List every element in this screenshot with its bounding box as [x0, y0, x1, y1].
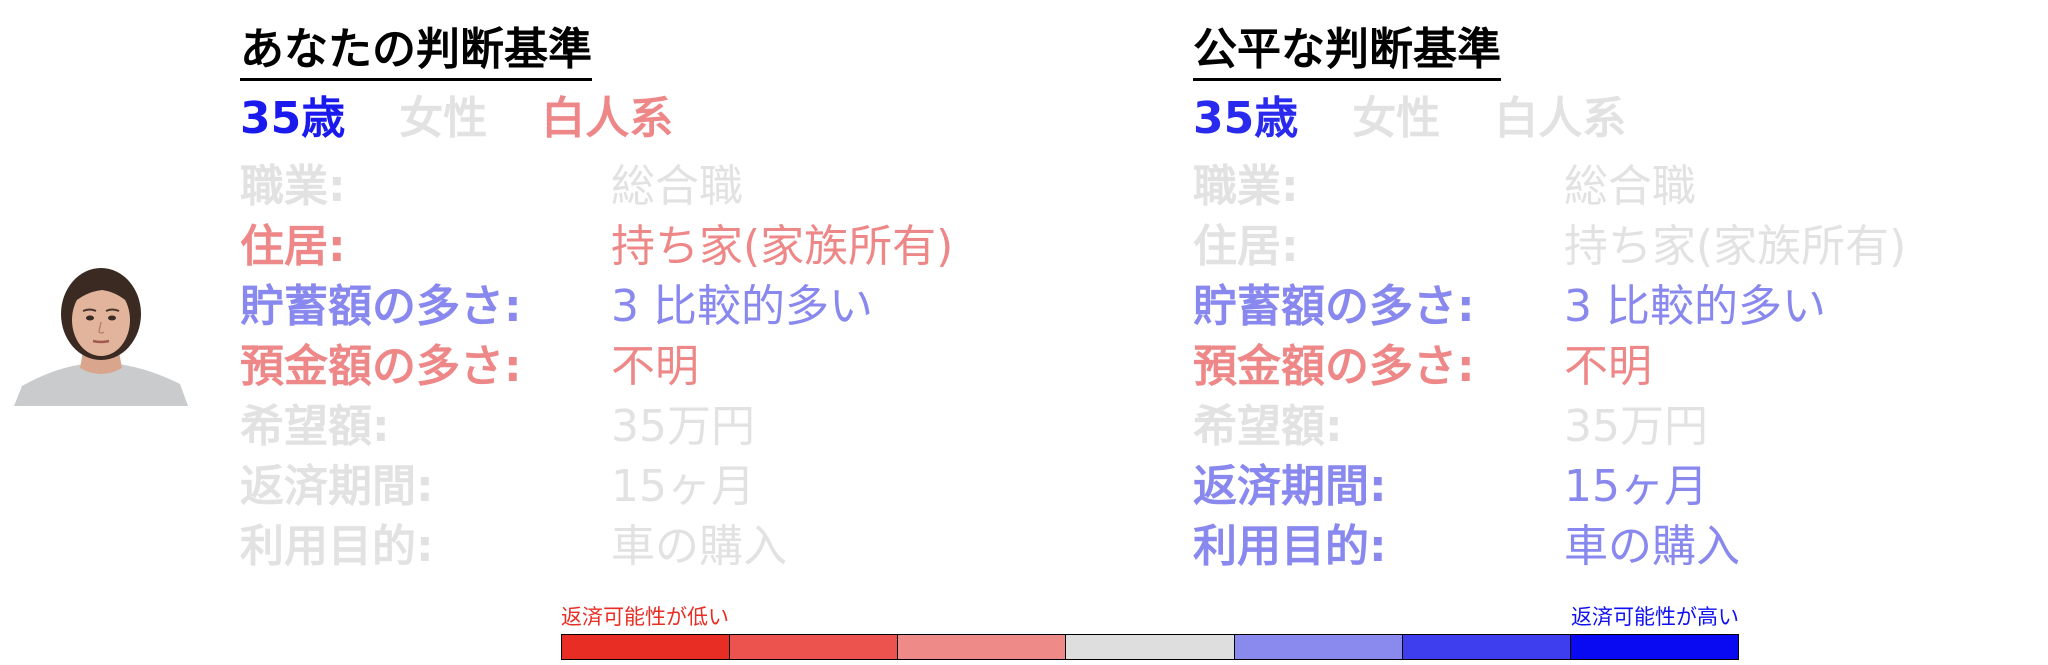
attribute-row-requested-amount: 希望額: 35万円 — [240, 397, 1060, 457]
attribute-value: 持ち家(家族所有) — [611, 221, 954, 272]
attribute-value: 総合職 — [1564, 161, 1696, 212]
attribute-value: 3 比較的多い — [1564, 281, 1826, 332]
legend-high-label: 返済可能性が高い — [1571, 605, 1739, 629]
gender-label: 女性 — [399, 93, 488, 144]
attribute-label: 職業: — [240, 161, 346, 212]
attribute-value: 3 比較的多い — [611, 281, 873, 332]
attribute-row-occupation: 職業: 総合職 — [240, 157, 1060, 217]
legend-swatch — [1570, 635, 1738, 659]
age-label: 35歳 — [1193, 93, 1299, 144]
attribute-value: 不明 — [1564, 341, 1652, 392]
attribute-value: 35万円 — [1564, 401, 1708, 452]
attribute-row-housing: 住居: 持ち家(家族所有) — [240, 217, 1060, 277]
applicant-photo — [14, 268, 188, 406]
attribute-value: 車の購入 — [1564, 521, 1740, 572]
attribute-label: 住居: — [1193, 221, 1299, 272]
attribute-label: 住居: — [240, 221, 346, 272]
attribute-row-deposits: 預金額の多さ: 不明 — [1193, 337, 2013, 397]
age-label: 35歳 — [240, 93, 346, 144]
attribute-label: 返済期間: — [1193, 461, 1387, 512]
your-demographics: 35歳 女性 白人系 — [240, 89, 1060, 149]
legend-swatch — [1402, 635, 1571, 659]
attribute-label: 職業: — [1193, 161, 1299, 212]
legend-swatch — [1234, 635, 1403, 659]
attribute-row-purpose: 利用目的: 車の購入 — [1193, 517, 2013, 577]
attribute-label: 返済期間: — [240, 461, 434, 512]
attribute-value: 総合職 — [611, 161, 743, 212]
legend-swatch — [730, 635, 899, 659]
legend-swatch — [562, 635, 731, 659]
your-attribute-list: 職業: 総合職 住居: 持ち家(家族所有) 貯蓄額の多さ: 3 比較的多い 預金… — [240, 157, 1060, 577]
attribute-row-repayment-period: 返済期間: 15ヶ月 — [240, 457, 1060, 517]
attribute-value: 車の購入 — [611, 521, 787, 572]
attribute-label: 貯蓄額の多さ: — [240, 281, 522, 332]
attribute-row-purpose: 利用目的: 車の購入 — [240, 517, 1060, 577]
fair-attribute-list: 職業: 総合職 住居: 持ち家(家族所有) 貯蓄額の多さ: 3 比較的多い 預金… — [1193, 157, 2013, 577]
your-criteria-panel: あなたの判断基準 35歳 女性 白人系 職業: 総合職 住居: 持ち家(家族所有… — [240, 22, 1060, 577]
attribute-row-requested-amount: 希望額: 35万円 — [1193, 397, 2013, 457]
attribute-row-occupation: 職業: 総合職 — [1193, 157, 2013, 217]
gender-label: 女性 — [1352, 93, 1441, 144]
attribute-label: 利用目的: — [1193, 521, 1387, 572]
ethnicity-label: 白人系 — [541, 93, 674, 144]
legend-swatch — [898, 635, 1067, 659]
attribute-label: 貯蓄額の多さ: — [1193, 281, 1475, 332]
ethnicity-label: 白人系 — [1494, 93, 1627, 144]
fair-demographics: 35歳 女性 白人系 — [1193, 89, 2013, 149]
attribute-value: 不明 — [611, 341, 699, 392]
attribute-value: 15ヶ月 — [1564, 461, 1708, 512]
attribute-label: 利用目的: — [240, 521, 434, 572]
legend-swatch — [1066, 635, 1235, 659]
person-portrait-icon — [14, 268, 188, 406]
attribute-row-deposits: 預金額の多さ: 不明 — [240, 337, 1060, 397]
attribute-label: 預金額の多さ: — [240, 341, 522, 392]
attribute-row-housing: 住居: 持ち家(家族所有) — [1193, 217, 2013, 277]
attribute-value: 35万円 — [611, 401, 755, 452]
attribute-row-savings: 貯蓄額の多さ: 3 比較的多い — [1193, 277, 2013, 337]
attribute-label: 預金額の多さ: — [1193, 341, 1475, 392]
attribute-label: 希望額: — [240, 401, 390, 452]
attribute-row-savings: 貯蓄額の多さ: 3 比較的多い — [240, 277, 1060, 337]
legend-labels: 返済可能性が低い 返済可能性が高い — [561, 601, 1739, 629]
fair-criteria-panel: 公平な判断基準 35歳 女性 白人系 職業: 総合職 住居: 持ち家(家族所有)… — [1193, 22, 2013, 577]
fair-criteria-title: 公平な判断基準 — [1193, 22, 1501, 81]
attribute-value: 持ち家(家族所有) — [1564, 221, 1907, 272]
attribute-label: 希望額: — [1193, 401, 1343, 452]
legend-color-scale — [561, 634, 1739, 660]
your-criteria-title: あなたの判断基準 — [240, 22, 592, 81]
attribute-value: 15ヶ月 — [611, 461, 755, 512]
legend-low-label: 返済可能性が低い — [561, 605, 729, 629]
attribute-row-repayment-period: 返済期間: 15ヶ月 — [1193, 457, 2013, 517]
